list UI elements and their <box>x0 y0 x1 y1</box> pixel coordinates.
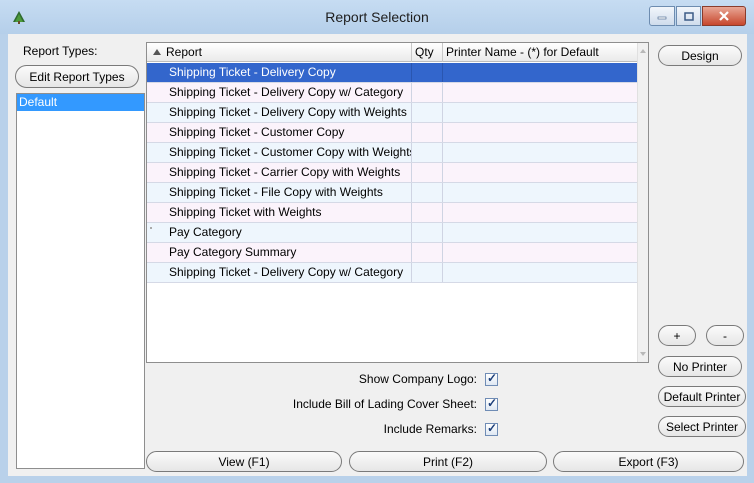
report-cell[interactable]: Shipping Ticket - Delivery Copy with Wei… <box>147 103 412 122</box>
report-cell[interactable]: Shipping Ticket - File Copy with Weights <box>147 183 412 202</box>
report-grid[interactable]: Report Qty Printer Name - (*) for Defaul… <box>146 42 649 363</box>
table-row[interactable]: Shipping Ticket - Delivery Copy w/ Categ… <box>147 263 639 283</box>
report-cell[interactable]: Shipping Ticket - Customer Copy <box>147 123 412 142</box>
qty-cell[interactable] <box>412 223 443 242</box>
design-button[interactable]: Design <box>658 45 742 66</box>
checkmark-icon: ✓ <box>487 395 498 410</box>
qty-cell[interactable] <box>412 83 443 102</box>
printer-cell[interactable] <box>443 183 639 202</box>
qty-cell[interactable] <box>412 203 443 222</box>
bill-of-lading-checkbox[interactable]: ✓ <box>485 395 498 411</box>
report-cell[interactable]: Shipping Ticket - Delivery Copy <box>147 63 412 82</box>
report-selection-window: Report Selection Report Types: Edit Repo… <box>0 0 754 483</box>
no-printer-button[interactable]: No Printer <box>658 356 742 377</box>
scroll-up-icon[interactable] <box>640 49 646 53</box>
option-include-remarks: Include Remarks: ✓ <box>383 420 498 436</box>
option-label: Show Company Logo: <box>358 372 477 386</box>
option-bill-of-lading: Include Bill of Lading Cover Sheet: ✓ <box>292 395 498 411</box>
printer-cell[interactable] <box>443 243 639 262</box>
splitter-grip[interactable] <box>150 227 152 229</box>
column-header-qty[interactable]: Qty <box>412 43 443 62</box>
title-bar[interactable]: Report Selection <box>0 0 754 34</box>
maximize-button[interactable] <box>676 6 701 26</box>
grid-scrollbar[interactable] <box>637 43 648 362</box>
report-types-list[interactable]: Default <box>16 93 145 469</box>
printer-cell[interactable] <box>443 263 639 282</box>
qty-cell[interactable] <box>412 103 443 122</box>
report-cell[interactable]: Pay Category <box>147 223 412 242</box>
option-label: Include Bill of Lading Cover Sheet: <box>292 397 477 411</box>
printer-cell[interactable] <box>443 143 639 162</box>
option-label: Include Remarks: <box>383 422 477 436</box>
option-show-company-logo: Show Company Logo: ✓ <box>358 370 498 386</box>
table-row[interactable]: Pay Category Summary <box>147 243 639 263</box>
client-area: Report Types: Edit Report Types Default … <box>8 34 747 476</box>
show-company-logo-checkbox[interactable]: ✓ <box>485 370 498 386</box>
printer-cell[interactable] <box>443 83 639 102</box>
checkmark-icon: ✓ <box>487 370 498 385</box>
view-button[interactable]: View (F1) <box>146 451 342 472</box>
table-row[interactable]: Shipping Ticket - Delivery Copy with Wei… <box>147 103 639 123</box>
qty-cell[interactable] <box>412 123 443 142</box>
qty-cell[interactable] <box>412 263 443 282</box>
table-row[interactable]: Shipping Ticket - Customer Copy <box>147 123 639 143</box>
edit-report-types-button[interactable]: Edit Report Types <box>15 65 139 88</box>
report-cell[interactable]: Shipping Ticket - Delivery Copy w/ Categ… <box>147 83 412 102</box>
select-printer-button[interactable]: Select Printer <box>658 416 746 437</box>
table-row[interactable]: Shipping Ticket with Weights <box>147 203 639 223</box>
options-panel: Show Company Logo: ✓ Include Bill of Lad… <box>158 370 498 452</box>
minimize-button[interactable] <box>649 6 675 26</box>
report-cell[interactable]: Pay Category Summary <box>147 243 412 262</box>
print-button[interactable]: Print (F2) <box>349 451 547 472</box>
printer-cell[interactable] <box>443 203 639 222</box>
column-header-report[interactable]: Report <box>147 43 412 62</box>
table-row[interactable]: Shipping Ticket - Customer Copy with Wei… <box>147 143 639 163</box>
report-cell[interactable]: Shipping Ticket - Delivery Copy w/ Categ… <box>147 263 412 282</box>
report-cell[interactable]: Shipping Ticket with Weights <box>147 203 412 222</box>
grid-rows: Shipping Ticket - Delivery Copy Shipping… <box>147 63 639 283</box>
printer-cell[interactable] <box>443 163 639 182</box>
minimize-icon <box>657 16 667 20</box>
scroll-down-icon[interactable] <box>640 352 646 356</box>
printer-cell[interactable] <box>443 123 639 142</box>
report-cell[interactable]: Shipping Ticket - Carrier Copy with Weig… <box>147 163 412 182</box>
checkmark-icon: ✓ <box>487 420 498 435</box>
printer-cell[interactable] <box>443 223 639 242</box>
printer-cell[interactable] <box>443 103 639 122</box>
qty-cell[interactable] <box>412 63 443 82</box>
remove-button[interactable]: - <box>706 325 744 346</box>
export-button[interactable]: Export (F3) <box>553 451 744 472</box>
window-title: Report Selection <box>325 9 429 25</box>
printer-cell[interactable] <box>443 63 639 82</box>
close-button[interactable] <box>702 6 746 26</box>
close-icon <box>719 11 729 21</box>
table-row[interactable]: Pay Category <box>147 223 639 243</box>
qty-cell[interactable] <box>412 143 443 162</box>
default-printer-button[interactable]: Default Printer <box>658 386 746 407</box>
grid-header: Report Qty Printer Name - (*) for Defaul… <box>147 43 639 62</box>
maximize-icon <box>683 11 694 21</box>
table-row[interactable]: Shipping Ticket - File Copy with Weights <box>147 183 639 203</box>
qty-cell[interactable] <box>412 163 443 182</box>
report-types-label: Report Types: <box>23 44 98 58</box>
qty-cell[interactable] <box>412 183 443 202</box>
column-header-printer[interactable]: Printer Name - (*) for Default <box>443 43 639 62</box>
report-cell[interactable]: Shipping Ticket - Customer Copy with Wei… <box>147 143 412 162</box>
table-row[interactable]: Shipping Ticket - Delivery Copy w/ Categ… <box>147 83 639 103</box>
table-row[interactable]: Shipping Ticket - Delivery Copy <box>147 63 639 83</box>
qty-cell[interactable] <box>412 243 443 262</box>
sort-ascending-icon <box>153 49 161 55</box>
include-remarks-checkbox[interactable]: ✓ <box>485 420 498 436</box>
add-button[interactable]: + <box>658 325 696 346</box>
report-type-item[interactable]: Default <box>17 94 144 111</box>
table-row[interactable]: Shipping Ticket - Carrier Copy with Weig… <box>147 163 639 183</box>
